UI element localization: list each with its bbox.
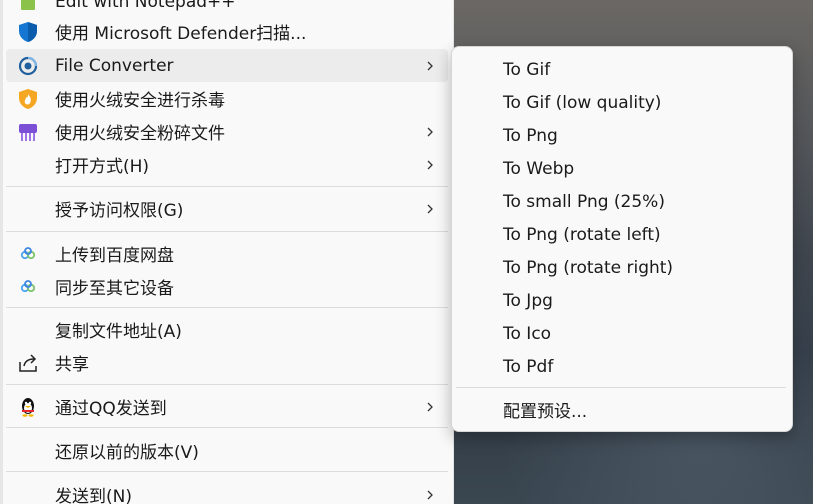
- submenu-item-label: To Ico: [503, 323, 552, 344]
- defender-shield-icon: [16, 20, 40, 44]
- menu-item-label: 打开方式(H): [55, 157, 150, 177]
- menu-item-label: 发送到(N): [55, 487, 132, 504]
- notepadpp-icon: [16, 0, 40, 14]
- baidu-netdisk-icon: [16, 242, 40, 266]
- menu-item-copy-path[interactable]: 复制文件地址(A): [6, 313, 448, 346]
- menu-item-label: File Converter: [55, 55, 174, 76]
- menu-separator: [6, 427, 448, 428]
- submenu-item-to-pdf[interactable]: To Pdf: [458, 350, 786, 383]
- chevron-right-icon: [427, 127, 433, 136]
- submenu-item-to-ico[interactable]: To Ico: [458, 317, 786, 350]
- shredder-icon: [16, 120, 40, 144]
- submenu-item-configure-presets[interactable]: 配置预设...: [458, 393, 786, 426]
- submenu-item-label: To Gif (low quality): [503, 92, 662, 113]
- submenu-item-label: To Png (rotate left): [503, 224, 661, 245]
- chevron-right-icon: [427, 490, 433, 499]
- menu-separator: [6, 307, 448, 308]
- menu-item-label: 上传到百度网盘: [55, 246, 174, 266]
- menu-item-label: Edit with Notepad++: [55, 0, 236, 12]
- submenu-separator: [456, 387, 786, 388]
- menu-item-sync-devices[interactable]: 同步至其它设备: [6, 270, 448, 303]
- submenu-item-to-gif[interactable]: To Gif: [458, 53, 786, 86]
- menu-item-open-with[interactable]: 打开方式(H): [6, 148, 448, 181]
- submenu-item-to-jpg[interactable]: To Jpg: [458, 284, 786, 317]
- menu-item-restore-versions[interactable]: 还原以前的版本(V): [6, 434, 448, 467]
- window-edge: [0, 0, 3, 504]
- menu-item-huorong-scan[interactable]: 使用火绒安全进行杀毒: [6, 82, 448, 115]
- huorong-icon: [16, 87, 40, 111]
- qq-penguin-icon: [16, 395, 40, 419]
- submenu-item-to-small-png[interactable]: To small Png (25%): [458, 185, 786, 218]
- context-menu: Edit with Notepad++ 使用 Microsoft Defende…: [0, 0, 454, 504]
- menu-item-huorong-shred[interactable]: 使用火绒安全粉碎文件: [6, 115, 448, 148]
- menu-item-send-to[interactable]: 发送到(N): [6, 478, 448, 504]
- menu-item-label: 共享: [55, 355, 89, 375]
- submenu-item-label: To Gif: [503, 59, 551, 80]
- menu-item-upload-baidu[interactable]: 上传到百度网盘: [6, 237, 448, 270]
- submenu-item-label: To Jpg: [503, 290, 553, 311]
- submenu-item-to-gif-low[interactable]: To Gif (low quality): [458, 86, 786, 119]
- menu-item-label: 还原以前的版本(V): [55, 443, 199, 463]
- share-icon: [16, 351, 40, 375]
- chevron-right-icon: [427, 61, 433, 70]
- chevron-right-icon: [427, 402, 433, 411]
- menu-item-send-via-qq[interactable]: 通过QQ发送到: [6, 390, 448, 423]
- chevron-right-icon: [427, 204, 433, 213]
- submenu-item-label: To small Png (25%): [503, 191, 665, 212]
- menu-item-share[interactable]: 共享: [6, 346, 448, 379]
- menu-item-give-access[interactable]: 授予访问权限(G): [6, 192, 448, 225]
- file-converter-icon: [16, 54, 40, 78]
- menu-item-label: 同步至其它设备: [55, 279, 174, 299]
- submenu-item-label: To Png (rotate right): [503, 257, 674, 278]
- submenu-item-to-webp[interactable]: To Webp: [458, 152, 786, 185]
- submenu-item-to-png-rotate-left[interactable]: To Png (rotate left): [458, 218, 786, 251]
- submenu-item-label: 配置预设...: [503, 402, 588, 422]
- menu-separator: [6, 471, 448, 472]
- menu-item-label: 通过QQ发送到: [55, 399, 167, 419]
- submenu-item-label: To Pdf: [503, 356, 554, 377]
- submenu-item-to-png[interactable]: To Png: [458, 119, 786, 152]
- menu-item-defender-scan[interactable]: 使用 Microsoft Defender扫描...: [6, 15, 448, 48]
- menu-item-file-converter[interactable]: File Converter: [6, 49, 448, 82]
- baidu-netdisk-icon: [16, 275, 40, 299]
- menu-separator: [6, 231, 448, 232]
- menu-item-label: 复制文件地址(A): [55, 322, 182, 342]
- menu-item-label: 使用火绒安全进行杀毒: [55, 91, 225, 111]
- chevron-right-icon: [427, 160, 433, 169]
- menu-item-label: 使用火绒安全粉碎文件: [55, 124, 225, 144]
- menu-separator: [6, 384, 448, 385]
- file-converter-submenu: To Gif To Gif (low quality) To Png To We…: [451, 46, 793, 432]
- menu-item-label: 授予访问权限(G): [55, 201, 184, 221]
- submenu-item-label: To Png: [503, 125, 558, 146]
- submenu-item-to-png-rotate-right[interactable]: To Png (rotate right): [458, 251, 786, 284]
- submenu-item-label: To Webp: [503, 158, 575, 179]
- menu-separator: [6, 186, 448, 187]
- menu-item-label: 使用 Microsoft Defender扫描...: [55, 24, 307, 44]
